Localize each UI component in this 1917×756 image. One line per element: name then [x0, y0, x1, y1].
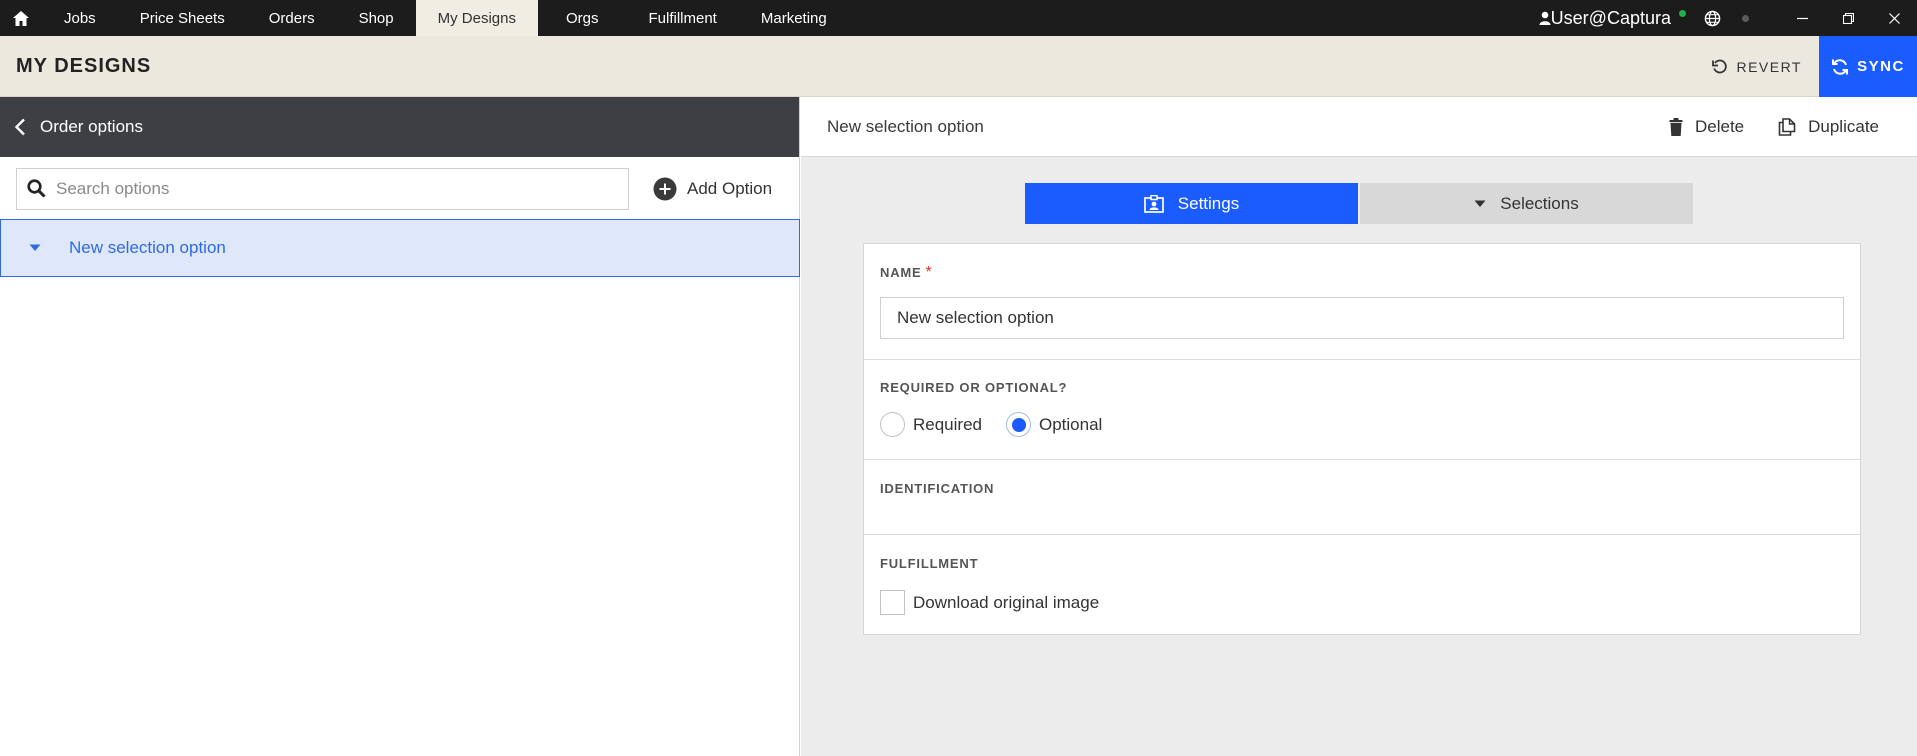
- fulfillment-section: FULFILLMENT Download original image: [864, 535, 1860, 634]
- home-icon: [13, 10, 29, 26]
- duplicate-button[interactable]: Duplicate: [1778, 117, 1879, 137]
- required-radio-label: Required: [913, 414, 982, 434]
- name-section: NAME *: [864, 244, 1860, 360]
- detail-header: New selection option Delete Duplicate: [801, 97, 1917, 157]
- search-row: Add Option: [0, 157, 799, 220]
- nav-fulfillment[interactable]: Fulfillment: [627, 0, 739, 36]
- chevron-left-icon: [14, 118, 25, 136]
- duplicate-label: Duplicate: [1808, 117, 1879, 136]
- requirement-section: REQUIRED OR OPTIONAL? Required Optional: [864, 360, 1860, 460]
- home-button[interactable]: [0, 0, 42, 36]
- page-title: MY DESIGNS: [16, 54, 152, 77]
- online-status-indicator: [1679, 9, 1686, 17]
- globe-icon: [1704, 10, 1721, 26]
- nav-shop[interactable]: Shop: [337, 0, 416, 36]
- user-icon: [1539, 11, 1551, 25]
- list-item[interactable]: New selection option: [0, 219, 800, 277]
- optional-radio-label: Optional: [1039, 414, 1103, 434]
- requirement-label: REQUIRED OR OPTIONAL?: [880, 380, 1068, 395]
- tab-settings[interactable]: Settings: [1025, 183, 1358, 224]
- revert-label: REVERT: [1736, 58, 1802, 75]
- close-icon: [1888, 12, 1900, 24]
- radio-selected-dot: [1011, 417, 1026, 432]
- undo-icon: [1712, 59, 1728, 73]
- name-label: NAME: [880, 265, 922, 280]
- page-header: MY DESIGNS REVERT SYNC: [0, 36, 1917, 97]
- delete-button[interactable]: Delete: [1669, 117, 1744, 137]
- nav-orders[interactable]: Orders: [247, 0, 337, 36]
- detail-title: New selection option: [827, 116, 984, 136]
- nav-jobs[interactable]: Jobs: [42, 0, 118, 36]
- tab-selections[interactable]: Selections: [1360, 183, 1693, 224]
- name-field[interactable]: [880, 297, 1844, 339]
- required-radio[interactable]: [880, 412, 905, 437]
- restore-icon: [1842, 12, 1854, 24]
- tab-selections-label: Selections: [1500, 193, 1579, 213]
- required-asterisk: *: [925, 264, 932, 281]
- add-option-label: Add Option: [687, 178, 773, 198]
- list-item-label: New selection option: [69, 238, 226, 257]
- detail-tabs: Settings Selections: [1025, 183, 1693, 224]
- options-list-panel: Order options Add Option New selection o…: [0, 97, 800, 756]
- requirement-radio-group: Required Optional: [880, 412, 1102, 437]
- back-to-order-options[interactable]: Order options: [0, 97, 799, 157]
- trash-icon: [1669, 118, 1683, 136]
- user-menu[interactable]: User@Captura: [1539, 8, 1671, 29]
- sync-button[interactable]: SYNC: [1819, 36, 1917, 97]
- plus-circle-icon: [653, 177, 677, 200]
- caret-down-icon: [1474, 200, 1486, 207]
- search-input[interactable]: [56, 178, 616, 199]
- id-badge-icon: [1143, 194, 1164, 213]
- delete-label: Delete: [1694, 117, 1745, 136]
- sync-icon: [1832, 58, 1849, 75]
- language-button[interactable]: [1704, 9, 1722, 27]
- identification-section: IDENTIFICATION: [864, 460, 1860, 535]
- identification-label: IDENTIFICATION: [880, 481, 995, 496]
- caret-down-icon: [29, 244, 41, 251]
- restore-button[interactable]: [1825, 0, 1871, 36]
- option-detail-panel: New selection option Delete Duplicate Se…: [801, 97, 1917, 756]
- download-original-label: Download original image: [913, 592, 1100, 612]
- nav-my-designs[interactable]: My Designs: [415, 0, 538, 36]
- name-label-row: NAME *: [880, 264, 932, 282]
- close-window-button[interactable]: [1871, 0, 1917, 36]
- download-original-checkbox[interactable]: [880, 590, 905, 615]
- sync-label: SYNC: [1857, 58, 1905, 75]
- copy-icon: [1778, 118, 1796, 136]
- nav-orgs[interactable]: Orgs: [538, 0, 627, 36]
- tab-settings-label: Settings: [1177, 193, 1240, 213]
- search-box: [16, 167, 629, 210]
- revert-button[interactable]: REVERT: [1712, 36, 1802, 97]
- settings-form: NAME* REQUIRED OR OPTIONAL? Required Opt…: [863, 243, 1861, 635]
- panel-title: Order options: [40, 117, 143, 136]
- add-option-button[interactable]: Add Option: [653, 177, 772, 201]
- fulfillment-label: FULFILLMENT: [880, 556, 979, 571]
- window-controls-area: User@Captura: [1539, 0, 1917, 36]
- nav-price-sheets[interactable]: Price Sheets: [118, 0, 247, 36]
- minimize-button[interactable]: [1779, 0, 1825, 36]
- download-original-row: Download original image: [880, 590, 1099, 615]
- detail-actions: Delete Duplicate: [1635, 97, 1879, 157]
- connection-status-dot: [1742, 14, 1749, 22]
- optional-radio[interactable]: [1006, 412, 1031, 437]
- top-navigation-bar: Jobs Price Sheets Orders Shop My Designs…: [0, 0, 1917, 36]
- search-icon: [27, 179, 46, 198]
- nav-marketing[interactable]: Marketing: [739, 0, 849, 36]
- user-name: User@Captura: [1550, 7, 1671, 28]
- minimize-icon: [1796, 17, 1808, 19]
